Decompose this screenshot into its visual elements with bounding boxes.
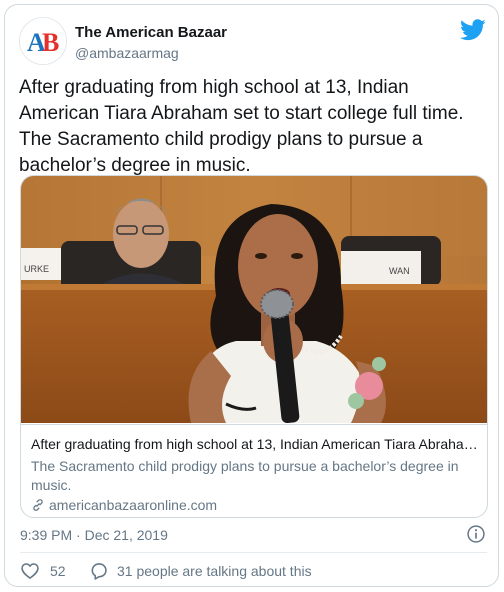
- author-handle[interactable]: @ambazaarmag: [75, 45, 179, 61]
- tweet-timestamp[interactable]: 9:39 PM · Dec 21, 2019: [20, 527, 168, 543]
- divider: [20, 552, 487, 553]
- link-icon: [33, 499, 43, 511]
- like-count: 52: [50, 563, 66, 579]
- link-card-domain-row[interactable]: americanbazaaronline.com: [31, 497, 217, 513]
- twitter-bird-icon[interactable]: [460, 19, 486, 41]
- tweet-card: A B The American Bazaar @ambazaarmag Aft…: [4, 4, 499, 587]
- like-button[interactable]: 52: [20, 561, 66, 581]
- heart-icon: [21, 563, 39, 579]
- link-preview-card[interactable]: URKE WAN After graduating from high scho…: [20, 175, 488, 518]
- nameplate-right-text: WAN: [389, 266, 410, 276]
- conversation-link[interactable]: 31 people are talking about this: [89, 561, 312, 581]
- speech-bubble-icon: [91, 563, 107, 580]
- logo-letter-b: B: [42, 28, 59, 57]
- info-icon[interactable]: [466, 524, 486, 544]
- nameplate-left-text: URKE: [24, 264, 49, 274]
- tweet-text: After graduating from high school at 13,…: [19, 77, 464, 176]
- american-bazaar-logo: A B: [20, 18, 66, 64]
- link-card-title[interactable]: After graduating from high school at 13,…: [31, 436, 481, 452]
- article-photo: URKE WAN: [21, 176, 487, 423]
- link-card-body: After graduating from high school at 13,…: [21, 424, 487, 513]
- link-card-domain[interactable]: americanbazaaronline.com: [49, 497, 217, 513]
- talking-about-text: 31 people are talking about this: [117, 563, 312, 579]
- author-avatar[interactable]: A B: [19, 17, 67, 65]
- link-card-description: The Sacramento child prodigy plans to pu…: [31, 458, 459, 493]
- author-name[interactable]: The American Bazaar: [75, 24, 227, 41]
